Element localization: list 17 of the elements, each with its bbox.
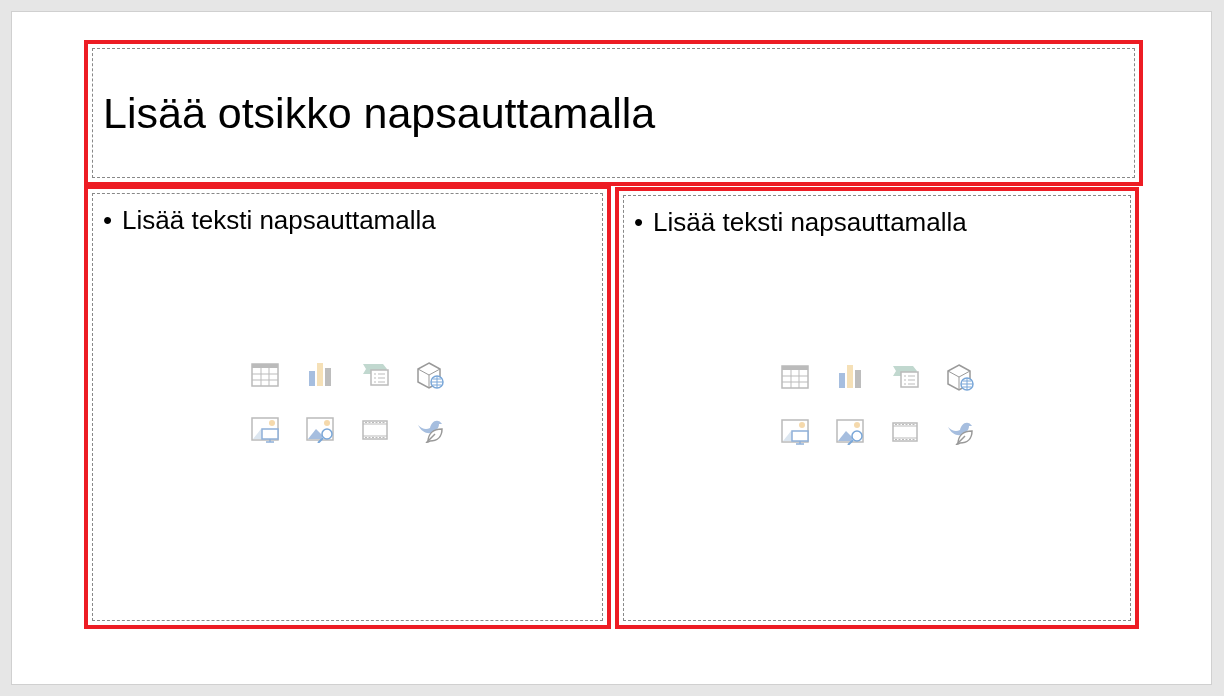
bullet: •: [103, 204, 113, 237]
title-text: Lisää otsikko napsauttamalla: [103, 91, 656, 135]
picture-search-icon[interactable]: [306, 414, 334, 443]
cube-globe-icon[interactable]: [416, 360, 444, 389]
table-icon[interactable]: [780, 362, 809, 391]
picture-search-icon[interactable]: [835, 416, 864, 445]
bullet: •: [634, 206, 644, 239]
bar-chart-icon[interactable]: [306, 360, 334, 389]
picture-monitor-icon[interactable]: [780, 416, 809, 445]
content-placeholder[interactable]: • Lisää teksti napsauttamalla: [615, 187, 1139, 629]
cube-globe-icon[interactable]: [945, 362, 974, 391]
body-text: Lisää teksti napsauttamalla: [122, 204, 436, 237]
picture-monitor-icon[interactable]: [251, 414, 279, 443]
content-placeholder[interactable]: • Lisää teksti napsauttamalla: [84, 185, 611, 629]
body-text: Lisää teksti napsauttamalla: [653, 206, 967, 239]
table-icon[interactable]: [251, 360, 279, 389]
title-placeholder[interactable]: Lisää otsikko napsauttamalla: [84, 40, 1143, 186]
